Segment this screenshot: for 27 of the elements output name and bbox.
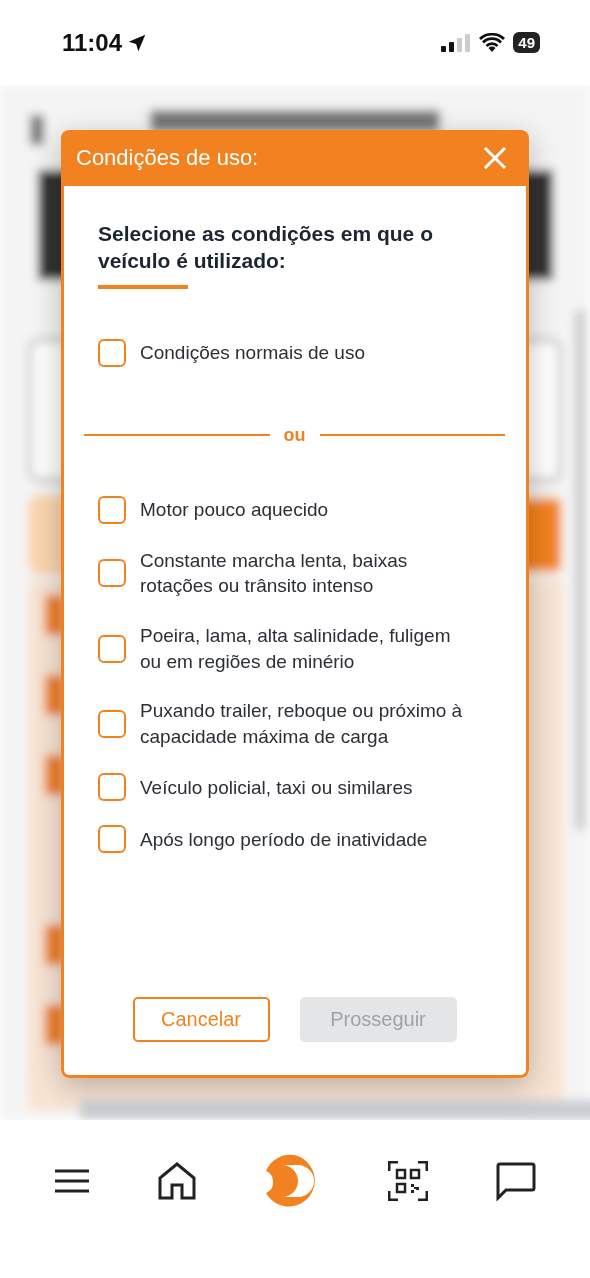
checkbox[interactable] [98, 495, 126, 524]
signal-icon [441, 32, 472, 53]
cancel-button[interactable]: Cancelar [132, 997, 270, 1042]
chat-icon[interactable] [496, 1161, 536, 1201]
qr-code-icon[interactable] [388, 1161, 428, 1201]
checkbox[interactable] [98, 825, 126, 854]
status-time: 11:04 [62, 28, 123, 57]
modal-heading: Selecione as condições em que o veículo é utilizado: [98, 221, 434, 275]
option-label: Após longo período de inatividade [140, 827, 428, 852]
option-label: Veículo policial, taxi ou similares [140, 775, 413, 800]
checkbox[interactable] [98, 709, 126, 738]
checkbox[interactable] [98, 338, 126, 367]
checkbox[interactable] [98, 634, 126, 663]
wifi-icon [479, 32, 506, 53]
close-icon[interactable] [483, 146, 507, 170]
option-label: Constante marcha lenta, baixas rotações ou trânsito intenso [140, 548, 409, 599]
separator-label: ou [283, 424, 306, 446]
modal-title: Condições de uso: [76, 145, 259, 171]
option-label: Condições normais de uso [140, 340, 365, 365]
menu-icon[interactable] [54, 1169, 90, 1193]
checkbox[interactable] [98, 559, 126, 588]
option-label: Puxando trailer, reboque ou próximo à capacidade máxima de carga [140, 699, 464, 749]
option-label: Poeira, lama, alta salinidade, fuligem ou em regiões de minério [140, 623, 452, 674]
option-label: Motor pouco aquecido [140, 497, 328, 522]
battery-indicator: 49 [513, 32, 540, 53]
home-icon[interactable] [158, 1162, 196, 1200]
checkbox[interactable] [98, 773, 126, 802]
